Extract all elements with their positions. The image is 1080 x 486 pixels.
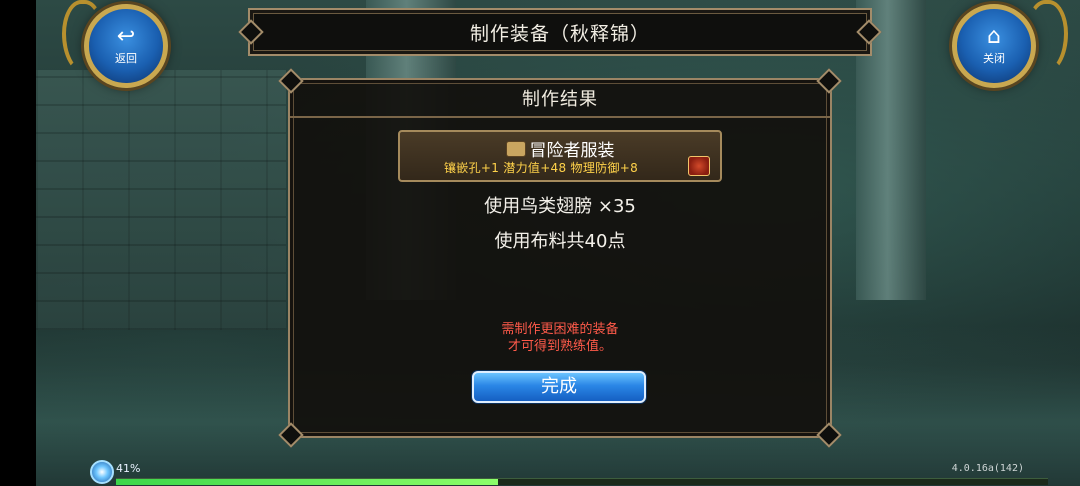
progress-bar: [116, 478, 1048, 485]
back-emblem[interactable]: ↩ 返回: [84, 4, 168, 88]
done-button[interactable]: 完成: [472, 371, 646, 403]
craft-result-panel: 制作结果 冒险者服装 镶嵌孔+1 潜力值+48 物理防御+8 使用鸟类翅膀 ×3…: [278, 68, 842, 448]
version-label: 4.0.16a(142): [951, 463, 1024, 474]
left-black-bar: [0, 0, 36, 486]
item-stats: 镶嵌孔+1 潜力值+48 物理防御+8: [444, 161, 639, 175]
stone-wall: [36, 70, 286, 330]
close-label: 关闭: [983, 52, 1005, 65]
cloth-usage: 使用布料共40点: [494, 231, 626, 252]
return-arrow-icon: ↩: [116, 24, 136, 49]
proficiency-notice: 需制作更困难的装备 才可得到熟练值。: [290, 321, 830, 355]
panel-title: 制作结果: [290, 80, 830, 118]
progress-percent: 41%: [116, 462, 141, 475]
progress-bar-fill: [116, 479, 499, 485]
home-icon: ⌂: [987, 24, 1001, 49]
close-emblem[interactable]: ⌂ 关闭: [952, 4, 1036, 88]
page-title: 制作装备（秋释锦）: [469, 22, 650, 45]
back-label: 返回: [115, 52, 137, 65]
item-name: 冒险者服装: [529, 141, 615, 161]
material-usage: 使用鸟类翅膀 ×35: [484, 196, 636, 217]
close-button[interactable]: ⌂ 关闭: [922, 0, 1068, 88]
treasure-chest-icon: [688, 156, 710, 176]
crafted-item-card[interactable]: 冒险者服装 镶嵌孔+1 潜力值+48 物理防御+8: [398, 130, 722, 182]
item-name-row: 冒险者服装: [400, 136, 720, 161]
window-title-bar: 制作装备（秋释锦）: [238, 8, 882, 56]
notice-line-1: 需制作更困难的装备: [501, 322, 619, 337]
loading-orb-icon: [90, 460, 114, 484]
scroll-icon: [505, 141, 526, 157]
back-button[interactable]: ↩ 返回: [54, 0, 168, 88]
notice-line-2: 才可得到熟练值。: [507, 339, 612, 354]
